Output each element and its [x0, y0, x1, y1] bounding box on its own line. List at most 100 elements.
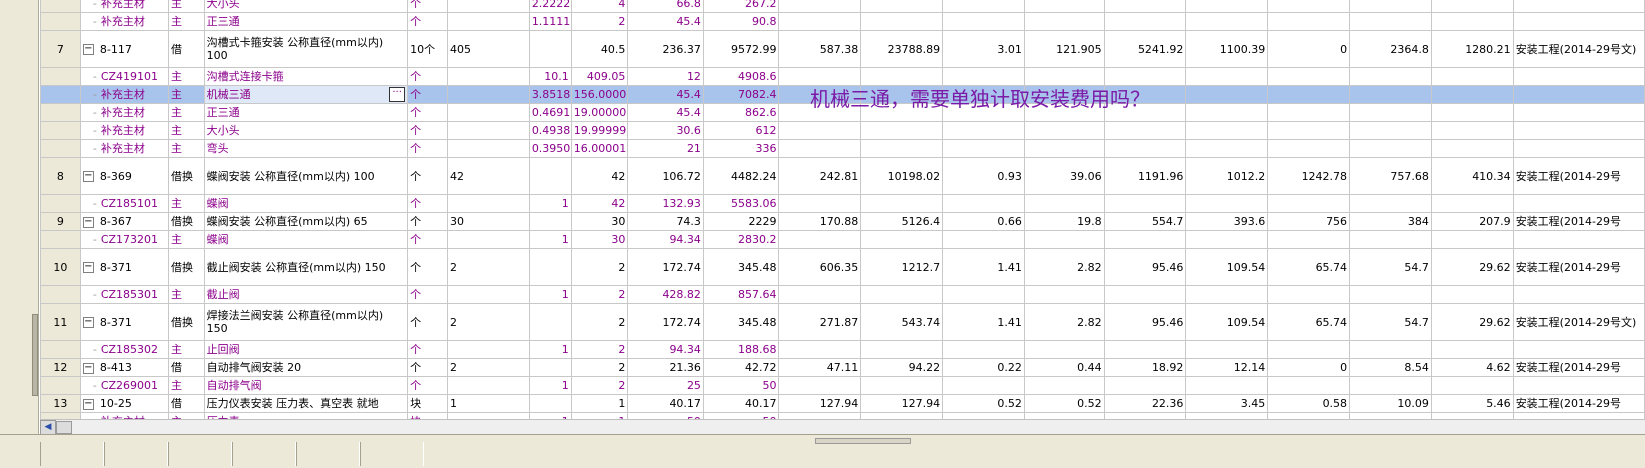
- unit-cell[interactable]: 个: [407, 194, 448, 213]
- material-row[interactable]: - CZ269001 主自动排气阀个 1 2 25 50: [40, 376, 1645, 395]
- cost-col-9-cell[interactable]: 29.62: [1430, 248, 1514, 286]
- unit-cell[interactable]: 个: [407, 121, 448, 140]
- cost-col-7-cell[interactable]: 0: [1267, 358, 1351, 377]
- type-cell[interactable]: 主: [167, 230, 205, 249]
- cost-col-7-cell[interactable]: 65.74: [1267, 248, 1351, 286]
- amount-cell[interactable]: 2: [570, 12, 629, 31]
- type-cell[interactable]: 主: [167, 340, 205, 359]
- qty-cell[interactable]: [447, 230, 530, 249]
- seq-cell[interactable]: [40, 67, 81, 86]
- cost-col-4-cell[interactable]: [1023, 12, 1105, 31]
- cost-col-8-cell[interactable]: [1349, 67, 1432, 86]
- cost-col-8-cell[interactable]: [1349, 230, 1432, 249]
- type-cell[interactable]: 主: [167, 0, 205, 13]
- cost-col-6-cell[interactable]: [1185, 285, 1269, 304]
- name-cell[interactable]: 蝶阀: [203, 194, 409, 213]
- unit-cell[interactable]: 个: [407, 303, 448, 341]
- cost-col-7-cell[interactable]: [1267, 340, 1351, 359]
- cost-col-9-cell[interactable]: [1430, 121, 1514, 140]
- amount-cell[interactable]: 1: [570, 394, 629, 413]
- cost-col-9-cell[interactable]: [1430, 0, 1514, 13]
- code-cell[interactable]: −8-367: [79, 212, 169, 231]
- cost-col-3-cell[interactable]: [942, 12, 1025, 31]
- qty-cell[interactable]: 405: [447, 30, 530, 68]
- cost-col-2-cell[interactable]: [860, 230, 944, 249]
- cost-col-3-cell[interactable]: [942, 0, 1025, 13]
- cost-col-6-cell[interactable]: 12.14: [1185, 358, 1269, 377]
- type-cell[interactable]: 借换: [167, 248, 205, 286]
- cost-col-1-cell[interactable]: [778, 376, 862, 395]
- cost-col-5-cell[interactable]: 1191.96: [1103, 157, 1187, 195]
- cost-col-3-cell[interactable]: [942, 285, 1025, 304]
- code-cell[interactable]: -补充主材: [79, 12, 169, 31]
- cost-col-4-cell[interactable]: [1023, 230, 1105, 249]
- remark-cell[interactable]: [1512, 0, 1645, 13]
- cost-col-4-cell[interactable]: 2.82: [1023, 303, 1105, 341]
- name-cell[interactable]: 大小头: [203, 0, 409, 13]
- cost-col-2-cell[interactable]: [860, 194, 944, 213]
- item-row[interactable]: 10−8-371 借换 截止阀安装 公称直径(mm以内) 150 个 2 2 172.74 3…: [40, 248, 1645, 286]
- amount-cell[interactable]: 2: [570, 376, 629, 395]
- cost-col-6-cell[interactable]: [1185, 376, 1269, 395]
- unit-cell[interactable]: 个: [407, 12, 448, 31]
- cost-col-5-cell[interactable]: [1103, 285, 1187, 304]
- cost-col-6-cell[interactable]: [1185, 85, 1269, 104]
- price-cell[interactable]: 428.82: [627, 285, 704, 304]
- name-cell[interactable]: 自动排气阀安装 20: [203, 358, 409, 377]
- cost-col-4-cell[interactable]: [1023, 194, 1105, 213]
- code-cell[interactable]: −8-369: [79, 157, 169, 195]
- amount-cell[interactable]: 2: [570, 358, 629, 377]
- price-cell[interactable]: 94.34: [627, 340, 704, 359]
- cost-col-9-cell[interactable]: [1430, 340, 1514, 359]
- amount-cell[interactable]: 42: [570, 157, 629, 195]
- remark-cell[interactable]: 安装工程(2014-29号: [1512, 248, 1645, 286]
- price-cell[interactable]: 106.72: [627, 157, 704, 195]
- code-cell[interactable]: -补充主材: [79, 0, 169, 13]
- code-cell[interactable]: - CZ185301: [79, 285, 169, 304]
- name-cell[interactable]: 蝶阀安装 公称直径(mm以内) 65: [203, 212, 409, 231]
- cost-col-7-cell[interactable]: [1267, 139, 1351, 158]
- type-cell[interactable]: 主: [167, 12, 205, 31]
- cost-col-4-cell[interactable]: [1023, 285, 1105, 304]
- total-cell[interactable]: 336: [702, 139, 780, 158]
- qty-cell[interactable]: 30: [447, 212, 530, 231]
- name-cell[interactable]: 沟槽式卡箍安装 公称直径(mm以内) 100: [203, 30, 409, 68]
- total-cell[interactable]: 40.17: [702, 394, 780, 413]
- cost-col-6-cell[interactable]: 109.54: [1185, 248, 1269, 286]
- cost-col-8-cell[interactable]: [1349, 85, 1432, 104]
- unit-cell[interactable]: 个: [407, 212, 448, 231]
- price-cell[interactable]: 40.17: [627, 394, 704, 413]
- cost-col-7-cell[interactable]: [1267, 194, 1351, 213]
- unit-cell[interactable]: 个: [407, 358, 448, 377]
- collapse-icon[interactable]: −: [82, 44, 94, 55]
- cost-col-6-cell[interactable]: [1185, 121, 1269, 140]
- cost-col-1-cell[interactable]: [778, 194, 862, 213]
- coef-cell[interactable]: [528, 394, 572, 413]
- unit-cell[interactable]: 个: [407, 376, 448, 395]
- qty-cell[interactable]: [447, 194, 530, 213]
- price-cell[interactable]: 132.93: [627, 194, 704, 213]
- cost-col-2-cell[interactable]: [860, 340, 944, 359]
- name-cell[interactable]: 正三通: [203, 103, 409, 122]
- cost-col-8-cell[interactable]: [1349, 285, 1432, 304]
- total-cell[interactable]: 857.64: [702, 285, 780, 304]
- cost-col-1-cell[interactable]: 170.88: [778, 212, 862, 231]
- cost-col-1-cell[interactable]: 127.94: [778, 394, 862, 413]
- material-row[interactable]: - 补充主材主大小头个 0.4938 19.99999 30.6 612: [40, 121, 1645, 140]
- seq-cell[interactable]: [40, 103, 81, 122]
- cost-col-7-cell[interactable]: [1267, 121, 1351, 140]
- cost-col-9-cell[interactable]: 29.62: [1430, 303, 1514, 341]
- cost-col-9-cell[interactable]: [1430, 230, 1514, 249]
- seq-cell[interactable]: [40, 12, 81, 31]
- price-cell[interactable]: 21: [627, 139, 704, 158]
- coef-cell[interactable]: 1: [528, 230, 572, 249]
- cost-col-8-cell[interactable]: 384: [1349, 212, 1432, 231]
- cost-col-1-cell[interactable]: 47.11: [778, 358, 862, 377]
- price-cell[interactable]: 45.4: [627, 103, 704, 122]
- cost-col-4-cell[interactable]: 121.905: [1023, 30, 1105, 68]
- cost-col-5-cell[interactable]: [1103, 376, 1187, 395]
- seq-cell[interactable]: 11: [40, 303, 81, 341]
- cost-col-3-cell[interactable]: [942, 139, 1025, 158]
- cost-col-7-cell[interactable]: [1267, 230, 1351, 249]
- collapse-icon[interactable]: −: [82, 262, 94, 273]
